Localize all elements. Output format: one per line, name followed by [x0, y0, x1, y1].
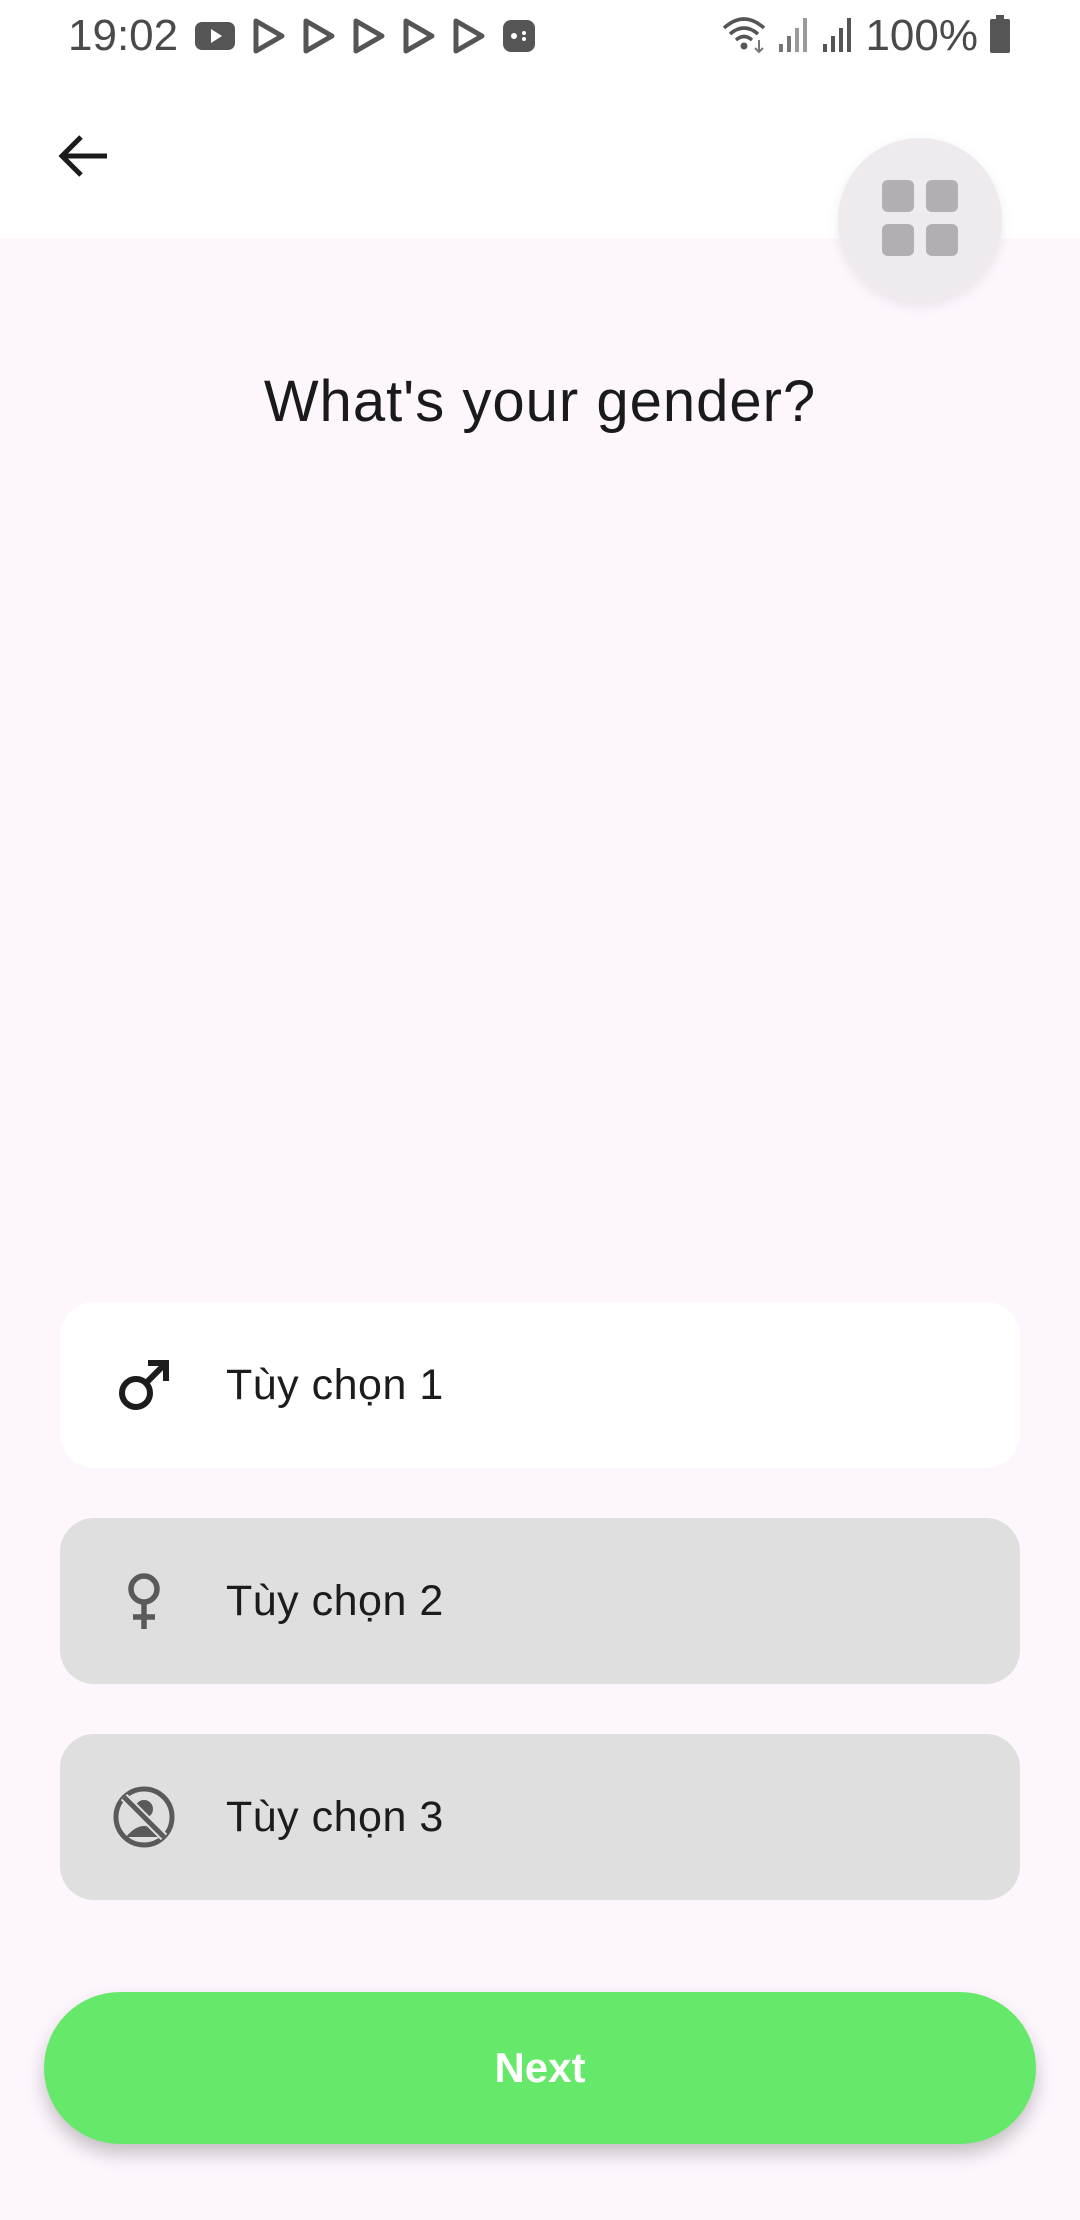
signal-icon	[777, 14, 811, 59]
option-label: Tùy chọn 3	[226, 1792, 444, 1841]
grid-icon	[882, 179, 958, 261]
next-button[interactable]: Next	[44, 1992, 1036, 2144]
notification-icons	[194, 16, 536, 56]
gender-option-2[interactable]: Tùy chọn 2	[60, 1518, 1020, 1684]
option-label: Tùy chọn 1	[226, 1360, 444, 1409]
system-status: 100%	[721, 8, 1012, 64]
youtube-icon	[194, 20, 236, 52]
male-icon	[110, 1351, 178, 1419]
back-button[interactable]	[40, 114, 128, 202]
play-store-icon	[402, 18, 436, 54]
play-store-icon	[252, 18, 286, 54]
status-bar: 19:02 100%	[0, 0, 1080, 72]
play-store-icon	[452, 18, 486, 54]
floating-menu-button[interactable]	[838, 138, 1002, 302]
female-icon	[110, 1567, 178, 1635]
wifi-icon	[721, 14, 767, 59]
status-time: 19:02	[68, 11, 179, 60]
signal-icon	[821, 14, 855, 59]
gender-option-1[interactable]: Tùy chọn 1	[60, 1302, 1020, 1468]
option-label: Tùy chọn 2	[226, 1576, 444, 1625]
gender-option-3[interactable]: Tùy chọn 3	[60, 1734, 1020, 1900]
battery-icon	[988, 14, 1012, 59]
play-store-icon	[302, 18, 336, 54]
play-store-icon	[352, 18, 386, 54]
arrow-back-icon	[57, 132, 111, 185]
page-title: What's your gender?	[263, 369, 817, 434]
prefer-not-to-say-icon	[110, 1783, 178, 1851]
game-controller-icon	[502, 19, 536, 53]
battery-percentage: 100%	[865, 11, 978, 60]
